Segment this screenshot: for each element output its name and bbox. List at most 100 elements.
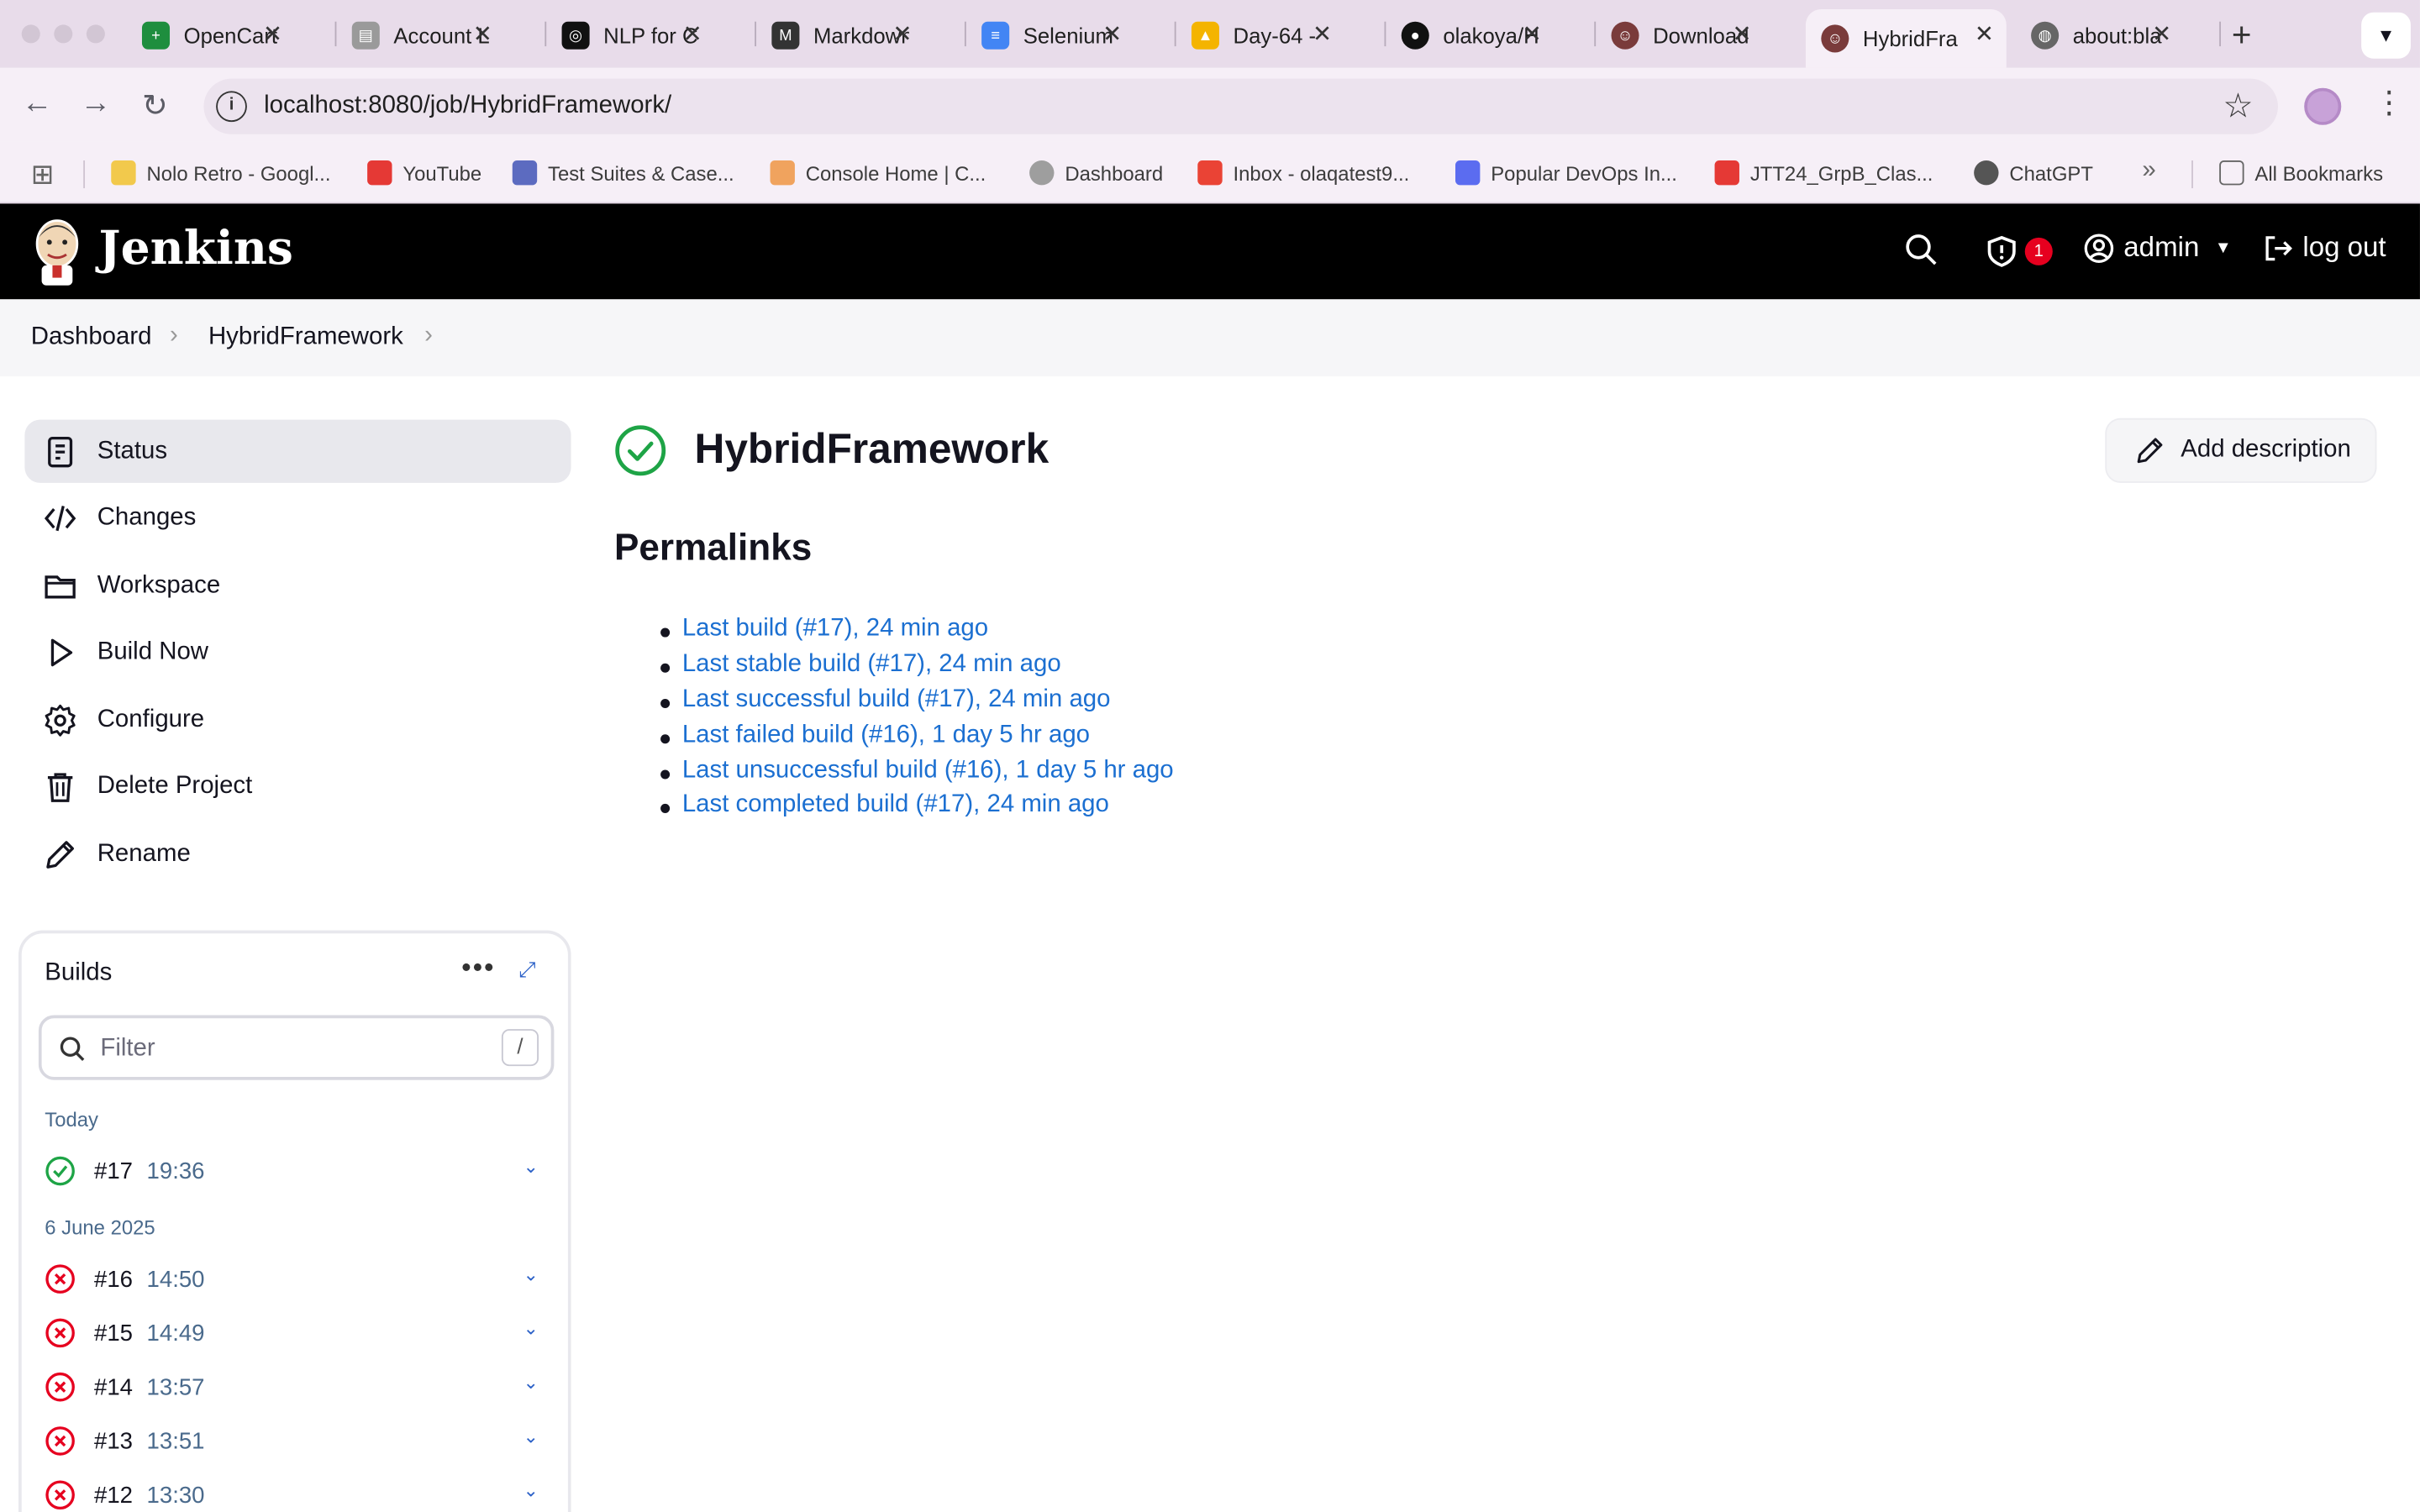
- build-number[interactable]: #15: [94, 1320, 133, 1346]
- new-tab-icon[interactable]: +: [2232, 15, 2252, 55]
- tab-title: HybridFra: [1862, 26, 1958, 51]
- chevron-down-icon[interactable]: ⌄: [523, 1263, 539, 1285]
- reload-icon[interactable]: ↻: [142, 87, 168, 125]
- profile-avatar-icon[interactable]: [2304, 87, 2342, 125]
- jenkins-logo-icon[interactable]: [31, 216, 83, 286]
- build-number[interactable]: #16: [94, 1266, 133, 1292]
- sidebar-item-workspace[interactable]: Workspace: [24, 554, 571, 617]
- bookmark-item[interactable]: Popular DevOps In...: [1455, 160, 1677, 186]
- address-bar[interactable]: i localhost:8080/job/HybridFramework/ ☆: [203, 78, 2278, 134]
- build-number[interactable]: #13: [94, 1428, 133, 1454]
- sidebar-item-build-now[interactable]: Build Now: [24, 622, 571, 685]
- browser-tab[interactable]: ▲ Day-64 - ✕: [1176, 9, 1344, 61]
- tab-close-icon[interactable]: ✕: [473, 20, 492, 48]
- tab-close-icon[interactable]: ✕: [263, 20, 282, 48]
- breadcrumb-chevron-icon[interactable]: ›: [424, 323, 433, 350]
- chevron-down-icon[interactable]: ⌄: [523, 1372, 539, 1394]
- user-menu[interactable]: admin ▼: [2084, 232, 2232, 265]
- sidebar-item-status[interactable]: Status: [24, 419, 571, 483]
- window-minimize-button[interactable]: [54, 24, 73, 44]
- breadcrumb-job[interactable]: HybridFramework: [208, 324, 403, 352]
- site-info-icon[interactable]: i: [216, 91, 247, 123]
- permalink-last-stable-build[interactable]: Last stable build (#17), 24 min ago: [660, 651, 1174, 686]
- permalink-last-completed-build[interactable]: Last completed build (#17), 24 min ago: [660, 792, 1174, 827]
- add-description-button[interactable]: Add description: [2105, 417, 2377, 483]
- address-bar-url[interactable]: localhost:8080/job/HybridFramework/: [264, 92, 671, 120]
- tab-close-icon[interactable]: ✕: [1102, 20, 1122, 48]
- tab-close-icon[interactable]: ✕: [1975, 20, 1994, 48]
- more-options-icon[interactable]: •••: [461, 952, 495, 984]
- sidebar-item-configure[interactable]: Configure: [24, 689, 571, 752]
- logout-button[interactable]: log out: [2263, 232, 2386, 265]
- chevron-down-icon[interactable]: ⌄: [523, 1479, 539, 1501]
- build-number[interactable]: #14: [94, 1374, 133, 1400]
- tab-close-icon[interactable]: ✕: [1733, 20, 1752, 48]
- permalink-last-build[interactable]: Last build (#17), 24 min ago: [660, 616, 1174, 651]
- browser-tab[interactable]: ≡ Selenium ✕: [966, 9, 1134, 61]
- logout-icon: [2265, 235, 2293, 260]
- window-zoom-button[interactable]: [86, 24, 105, 44]
- jenkins-brand-name[interactable]: Jenkins: [99, 222, 293, 276]
- tab-close-icon[interactable]: ✕: [892, 20, 912, 48]
- security-alerts-button[interactable]: 1: [1985, 234, 2053, 268]
- build-group-label: Today: [45, 1107, 99, 1131]
- bookmarks-overflow-icon[interactable]: »: [2142, 157, 2155, 185]
- build-row[interactable]: #12 13:30 ⌄: [45, 1477, 539, 1512]
- permalink-last-failed-build[interactable]: Last failed build (#16), 1 day 5 hr ago: [660, 722, 1174, 757]
- tab-close-icon[interactable]: ✕: [1313, 20, 1332, 48]
- build-row[interactable]: #15 14:49 ⌄: [45, 1315, 539, 1352]
- build-row[interactable]: #16 14:50 ⌄: [45, 1261, 539, 1298]
- tab-close-icon[interactable]: ✕: [683, 20, 702, 48]
- tab-favicon-icon: M: [771, 21, 800, 50]
- shield-alert-icon: [1987, 235, 2016, 267]
- search-icon[interactable]: [1904, 233, 1938, 266]
- breadcrumb-dashboard[interactable]: Dashboard: [31, 324, 152, 352]
- build-number[interactable]: #17: [94, 1158, 133, 1184]
- browser-tab[interactable]: + OpenCart ✕: [127, 9, 295, 61]
- window-close-button[interactable]: [21, 24, 40, 44]
- tab-search-chevron-icon[interactable]: ▼: [2361, 12, 2411, 59]
- browser-menu-icon[interactable]: ⋮: [2374, 83, 2405, 122]
- bookmark-item[interactable]: ChatGPT: [1974, 160, 2093, 186]
- bookmark-item[interactable]: JTT24_GrpB_Clas...: [1714, 160, 1933, 186]
- bookmark-item[interactable]: Nolo Retro - Googl...: [111, 160, 330, 186]
- sidebar-item-rename[interactable]: Rename: [24, 823, 571, 886]
- sidebar-item-delete-project[interactable]: Delete Project: [24, 756, 571, 819]
- forward-arrow-icon[interactable]: →: [81, 87, 112, 122]
- build-row[interactable]: #14 13:57 ⌄: [45, 1368, 539, 1405]
- permalink-last-successful-build[interactable]: Last successful build (#17), 24 min ago: [660, 686, 1174, 722]
- gmail-icon: [1197, 160, 1223, 186]
- chevron-down-icon[interactable]: ⌄: [523, 1425, 539, 1447]
- bookmark-item[interactable]: Test Suites & Case...: [512, 160, 734, 186]
- browser-tab-active[interactable]: ☺ HybridFra ✕: [1805, 9, 2007, 68]
- chevron-down-icon[interactable]: ⌄: [523, 1156, 539, 1178]
- chevron-down-icon[interactable]: ⌄: [523, 1318, 539, 1340]
- tab-favicon-icon: ◎: [561, 21, 590, 50]
- tab-favicon-icon: ☺: [1611, 21, 1639, 50]
- bookmark-item[interactable]: Dashboard: [1029, 160, 1163, 186]
- bookmark-item[interactable]: Console Home | C...: [770, 160, 986, 186]
- back-arrow-icon[interactable]: ←: [22, 87, 53, 122]
- bookmark-item[interactable]: YouTube: [367, 160, 481, 186]
- browser-tab[interactable]: ◎ NLP for C ✕: [546, 9, 714, 61]
- browser-tab[interactable]: M Markdown ✕: [756, 9, 924, 61]
- tab-close-icon[interactable]: ✕: [1523, 20, 1542, 48]
- browser-tab[interactable]: ● olakoya/H ✕: [1386, 9, 1554, 61]
- failed-x-icon: [45, 1480, 75, 1510]
- expand-icon[interactable]: ⤢: [518, 957, 536, 983]
- sidebar-item-changes[interactable]: Changes: [24, 487, 571, 550]
- build-number[interactable]: #12: [94, 1482, 133, 1508]
- breadcrumb-chevron-icon: ›: [170, 322, 178, 349]
- browser-tab[interactable]: ☺ Download ✕: [1596, 9, 1764, 61]
- permalink-last-unsuccessful-build[interactable]: Last unsuccessful build (#16), 1 day 5 h…: [660, 757, 1174, 792]
- build-row[interactable]: #13 13:51 ⌄: [45, 1422, 539, 1459]
- bookmark-item[interactable]: Inbox - olaqatest9...: [1197, 160, 1409, 186]
- build-filter-input[interactable]: Filter /: [38, 1015, 555, 1080]
- build-row[interactable]: #17 19:36 ⌄: [45, 1152, 539, 1189]
- browser-tab[interactable]: ▤ Account L ✕: [336, 9, 504, 61]
- apps-grid-icon[interactable]: ⊞: [31, 159, 55, 192]
- tab-close-icon[interactable]: ✕: [2152, 20, 2171, 48]
- all-bookmarks-folder[interactable]: All Bookmarks: [2219, 160, 2383, 186]
- bookmark-star-icon[interactable]: ☆: [2223, 87, 2253, 127]
- browser-tab[interactable]: ◍ about:bla ✕: [2016, 9, 2184, 61]
